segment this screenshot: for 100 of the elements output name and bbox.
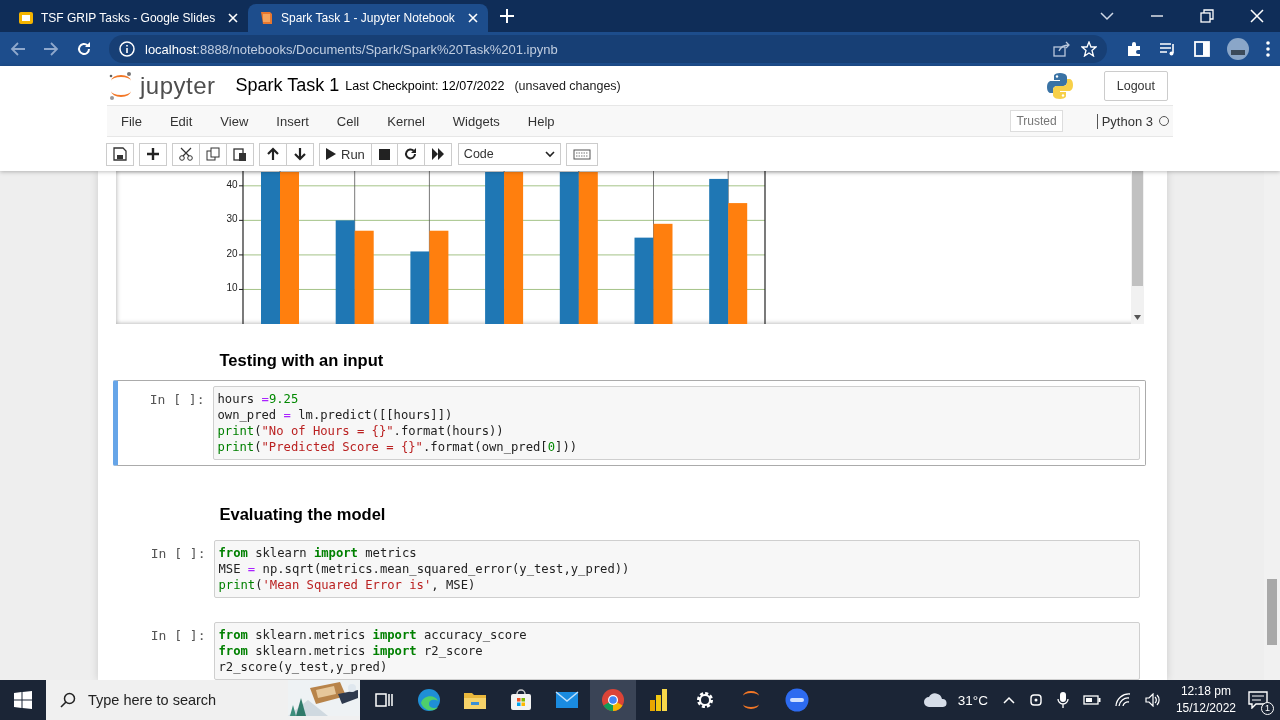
media-queue-icon[interactable] [1159, 41, 1177, 57]
input-prompt: In [ ]: [148, 391, 206, 409]
paste-button[interactable] [226, 142, 254, 166]
scrollbar-thumb[interactable] [1267, 579, 1277, 645]
tick-label: 30 [225, 213, 238, 225]
chrome-icon[interactable] [590, 680, 636, 720]
slides-icon [18, 10, 34, 26]
menu-item[interactable]: Edit [169, 113, 193, 129]
code-line: print("Predicted Score = {}".format(own_pred[0])) [217, 439, 579, 455]
python-logo-icon [1045, 71, 1074, 100]
code-editor[interactable]: from sklearn import metrics MSE = np.sqrt(metrics.mean_squared_error(y_test,y_pred)) print('Mean Squared Error is', MSE) [213, 540, 1140, 598]
section-heading: Testing with an input [219, 351, 385, 370]
add-cell-button[interactable] [139, 142, 167, 166]
paste-icon [233, 147, 247, 161]
input-prompt: In [ ]: [149, 545, 207, 563]
cut-button[interactable] [172, 142, 200, 166]
code-line: print('Mean Squared Error is', MSE) [218, 577, 477, 593]
restore-icon[interactable] [1200, 9, 1214, 23]
tick-label: 40 [225, 178, 238, 190]
speaker-icon[interactable] [1144, 693, 1161, 707]
side-panel-icon[interactable] [1194, 41, 1210, 57]
back-icon[interactable] [10, 41, 26, 57]
browser-tab[interactable]: Spark Task 1 - Jupyter Notebook [248, 4, 488, 32]
tick-label: 20 [225, 247, 238, 259]
tab-search-icon[interactable] [1100, 11, 1114, 21]
reload-icon[interactable] [76, 41, 92, 57]
address-field[interactable]: localhost:8888/notebooks/Documents/Spark/Spark%20Task%201.ipynb [109, 35, 1107, 63]
chevron-up-icon[interactable] [1002, 696, 1015, 704]
copy-icon [206, 147, 220, 161]
close-icon[interactable] [468, 13, 478, 23]
code-editor[interactable]: hours =9.25 own_pred = lm.predict([[hours]]) print("No of Hours = {}".format(hours)) print("Predicted Score = {}".format(own_pred[0])) [212, 386, 1140, 460]
save-button[interactable] [106, 142, 134, 166]
browser-tab[interactable]: TSF GRIP Tasks - Google Slides [8, 4, 248, 32]
code-line: from sklearn import metrics [218, 545, 418, 561]
menu-item[interactable]: Insert [276, 113, 309, 129]
restart-button[interactable] [396, 142, 425, 166]
clock-time[interactable]: 12:18 pm [1180, 683, 1231, 700]
microphone-icon[interactable] [1056, 691, 1069, 709]
camera-icon[interactable] [1028, 692, 1043, 708]
forward-icon[interactable] [43, 41, 59, 57]
tab-title: TSF GRIP Tasks - Google Slides [41, 11, 217, 25]
menu-item[interactable]: File [121, 113, 142, 129]
run-button[interactable]: Run [319, 142, 372, 166]
stop-icon [377, 147, 391, 161]
search-field[interactable]: Type here to search [46, 680, 360, 720]
add-cell-icon [146, 147, 160, 161]
caret-icon [544, 150, 555, 158]
trusted-indicator[interactable]: Trusted [1010, 110, 1063, 132]
clock-date[interactable]: 15/12/2022 [1175, 700, 1236, 717]
move-up-button[interactable] [259, 142, 287, 166]
run-all-icon [430, 147, 445, 161]
menu-item[interactable]: Help [527, 113, 555, 129]
wifi-icon[interactable] [1114, 693, 1131, 707]
menu-item[interactable]: Cell [336, 113, 360, 129]
code-line: from sklearn.metrics import accuracy_score [218, 627, 528, 643]
kernel-name[interactable]: Python 3 [1096, 113, 1153, 129]
stop-button[interactable] [370, 142, 398, 166]
tab-title: Spark Task 1 - Jupyter Notebook [281, 11, 456, 25]
menu-item[interactable]: Widgets [452, 113, 500, 129]
autosave-status: (unsaved changes) [514, 78, 621, 93]
notebook-title[interactable]: Spark Task 1 [235, 75, 340, 96]
move-up-icon [266, 147, 280, 161]
code-line: print("No of Hours = {}".format(hours)) [217, 423, 505, 439]
menu-item[interactable]: View [220, 113, 249, 129]
cut-icon [179, 147, 193, 161]
menu-item[interactable]: Kernel [387, 113, 425, 129]
menu-icon[interactable] [1266, 41, 1270, 57]
close-icon[interactable] [228, 13, 238, 23]
avatar-icon[interactable] [1227, 38, 1249, 60]
share-icon[interactable] [1053, 41, 1071, 57]
restart-icon [403, 147, 418, 161]
new-tab-icon[interactable] [500, 9, 514, 23]
section-heading: Evaluating the model [219, 505, 387, 524]
save-icon [113, 147, 127, 161]
battery-icon[interactable] [1082, 695, 1101, 705]
puzzle-icon[interactable] [1126, 41, 1142, 57]
code-editor[interactable]: from sklearn.metrics import accuracy_score from sklearn.metrics import r2_score r2_score(y_test,y_pred) [213, 622, 1140, 680]
jupyter-logo-icon [108, 70, 134, 101]
play-icon [326, 148, 336, 160]
cloud-icon [922, 692, 949, 708]
move-down-button[interactable] [286, 142, 314, 166]
keyboard-icon [572, 148, 591, 160]
notification-badge: 1 [1261, 702, 1274, 715]
scrollbar-thumb[interactable] [1131, 171, 1143, 286]
close-icon[interactable] [1250, 9, 1264, 23]
code-line: own_pred = lm.predict([[hours]]) [217, 407, 454, 423]
temperature-text[interactable]: 31°C [957, 692, 988, 708]
logout-button[interactable]: Logout [1103, 70, 1168, 101]
cell-type-dropdown[interactable]: Code [457, 143, 561, 165]
code-line: MSE = np.sqrt(metrics.mean_squared_error(y_test,y_pred)) [218, 561, 631, 577]
info-icon [119, 41, 135, 57]
input-prompt: In [ ]: [149, 627, 207, 645]
star-icon[interactable] [1081, 41, 1097, 57]
tick-label: 10 [225, 282, 238, 294]
code-line: from sklearn.metrics import r2_score [218, 643, 484, 659]
search-icon [60, 692, 76, 708]
move-down-icon [293, 147, 307, 161]
scroll-down-icon[interactable] [1133, 315, 1141, 320]
run-all-button[interactable] [423, 142, 452, 166]
notebook-icon [258, 10, 274, 26]
